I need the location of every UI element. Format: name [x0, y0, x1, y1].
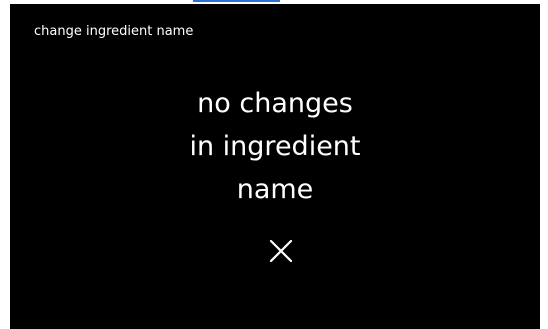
status-message-line-3: name [236, 174, 314, 205]
screen-title: change ingredient name [34, 24, 194, 39]
status-message-line-1: no changes [197, 88, 353, 119]
top-link-underline[interactable] [193, 0, 280, 2]
close-button[interactable] [265, 235, 297, 267]
device-screen: change ingredient name no changes in ing… [10, 4, 540, 329]
status-message-line-2: in ingredient [189, 131, 361, 162]
close-icon [269, 239, 293, 263]
status-message: no changes in ingredient name [10, 82, 540, 211]
